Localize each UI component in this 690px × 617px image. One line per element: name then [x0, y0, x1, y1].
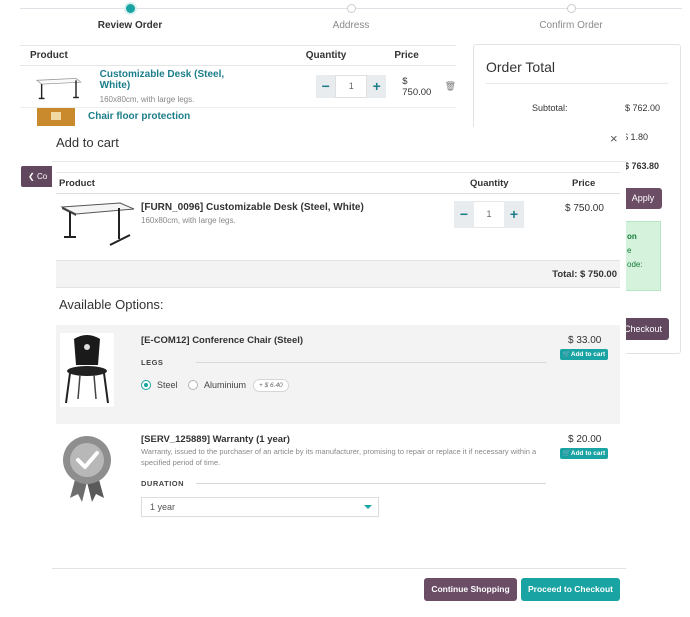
- checkout-progress: Review Order Address Confirm Order: [20, 0, 682, 40]
- cart-row: Customizable Desk (Steel, White) 160x80c…: [20, 66, 456, 108]
- decrease-quantity-button[interactable]: −: [316, 75, 336, 98]
- desk-image: [60, 202, 135, 246]
- step-address[interactable]: Address: [281, 4, 421, 31]
- close-icon[interactable]: ×: [610, 131, 618, 146]
- add-to-cart-button[interactable]: 🛒Add to cart: [560, 349, 608, 360]
- cart-icon: 🛒: [562, 351, 571, 358]
- attribute-divider: [196, 362, 546, 363]
- price-extra-badge: + $ 6.40: [253, 379, 289, 392]
- order-line-value: $ 1.80: [623, 132, 649, 142]
- option-title: [E-COM12] Conference Chair (Steel): [141, 335, 304, 346]
- quantity-stepper: − 1 +: [454, 201, 524, 228]
- step-dot: [346, 4, 356, 13]
- chair-image: [60, 333, 114, 407]
- chevron-left-icon: ❮: [28, 172, 35, 181]
- divider: [486, 83, 668, 84]
- col-quantity: Quantity: [470, 178, 509, 189]
- option-row-conference-chair: [E-COM12] Conference Chair (Steel) $ 33.…: [56, 325, 620, 424]
- option-desc: Warranty, issued to the purchaser of an …: [141, 447, 537, 467]
- duration-select[interactable]: 1 year: [141, 497, 379, 517]
- increase-quantity-button[interactable]: +: [504, 201, 524, 228]
- cart-icon: 🛒: [562, 450, 571, 457]
- quantity-input[interactable]: 1: [335, 75, 368, 98]
- col-quantity: Quantity: [305, 50, 347, 61]
- radio-button[interactable]: [188, 380, 198, 390]
- coupon-text: e: [627, 246, 632, 255]
- select-value: 1 year: [150, 502, 176, 512]
- attribute-name: DURATION: [141, 479, 185, 488]
- modal-header: Add to cart ×: [52, 127, 626, 162]
- quantity-input[interactable]: 1: [474, 201, 504, 228]
- increase-quantity-button[interactable]: +: [367, 75, 387, 98]
- cart-quantity-stepper: − 1 +: [316, 75, 387, 98]
- add-to-cart-label: Add to cart: [570, 351, 606, 358]
- back-button-label: Co: [36, 172, 48, 181]
- modal-footer-divider: [52, 568, 626, 569]
- order-total-title: Order Total: [486, 59, 555, 75]
- option-row-warranty: [SERV_125889] Warranty (1 year) $ 20.00 …: [56, 424, 620, 534]
- add-to-cart-modal: Add to cart × Product Quantity Price [FU…: [52, 127, 626, 617]
- modal-title: Add to cart: [56, 135, 119, 150]
- available-options-title: Available Options:: [59, 297, 164, 312]
- radio-steel[interactable]: Steel: [141, 380, 178, 390]
- checkout-button[interactable]: Checkout: [624, 318, 669, 340]
- order-total-value: $ 763.80: [624, 161, 660, 171]
- total-text: Total: $ 750.00: [552, 269, 617, 280]
- option-price: $ 33.00: [568, 335, 602, 346]
- option-price: $ 20.00: [568, 434, 602, 445]
- product-title: [FURN_0096] Customizable Desk (Steel, Wh…: [141, 202, 364, 213]
- cart-product-desc: 160x80cm, with large legs.: [99, 95, 195, 104]
- step-label: Confirm Order: [539, 20, 603, 31]
- product-price: $ 750.00: [565, 203, 604, 214]
- radio-aluminium[interactable]: Aluminium: [188, 380, 246, 390]
- coupon-text: ode:: [627, 260, 643, 269]
- back-button[interactable]: ❮ Co: [21, 166, 55, 187]
- step-review-order: Review Order: [60, 4, 200, 31]
- cart-product-name[interactable]: Chair floor protection: [88, 111, 190, 122]
- cart-table: Product Quantity Price Customizable Desk…: [20, 45, 456, 128]
- step-label: Address: [332, 20, 370, 31]
- continue-shopping-button[interactable]: Continue Shopping: [424, 578, 517, 601]
- cart-row: Chair floor protection: [20, 108, 456, 128]
- add-to-cart-button[interactable]: 🛒Add to cart: [560, 448, 608, 459]
- chevron-down-icon: [364, 505, 372, 509]
- apply-coupon-button[interactable]: Apply: [624, 188, 662, 209]
- trash-icon[interactable]: 🗑: [445, 81, 456, 92]
- modal-table-header: Product Quantity Price: [56, 172, 620, 194]
- col-product: Product: [59, 178, 95, 189]
- radio-label: Aluminium: [204, 380, 247, 390]
- product-desc: 160x80cm, with large legs.: [141, 216, 236, 225]
- attribute-divider: [196, 483, 546, 484]
- cart-product-name[interactable]: Customizable Desk (Steel, White): [100, 69, 251, 91]
- col-product: Product: [30, 50, 68, 61]
- radio-button[interactable]: [141, 380, 151, 390]
- coupon-text: on: [627, 232, 637, 241]
- option-title: [SERV_125889] Warranty (1 year): [141, 434, 290, 445]
- modal-total: Total: $ 750.00: [56, 260, 620, 288]
- radio-label: Steel: [157, 380, 178, 390]
- col-price: Price: [572, 178, 596, 189]
- col-price: Price: [394, 50, 419, 61]
- attribute-name: LEGS: [141, 358, 164, 367]
- desk-thumbnail: [35, 77, 82, 99]
- step-confirm-order[interactable]: Confirm Order: [501, 4, 641, 31]
- warranty-badge-image: [60, 432, 114, 506]
- step-dot: [566, 4, 576, 13]
- main-product-row: [FURN_0096] Customizable Desk (Steel, Wh…: [56, 194, 620, 260]
- subtotal-value: $ 762.00: [625, 103, 661, 113]
- step-dot: [125, 4, 135, 13]
- proceed-to-checkout-button[interactable]: Proceed to Checkout: [521, 578, 620, 601]
- step-label: Review Order: [97, 20, 163, 31]
- chair-protection-thumbnail: [37, 108, 75, 126]
- decrease-quantity-button[interactable]: −: [454, 201, 474, 228]
- cart-table-header: Product Quantity Price: [20, 45, 456, 66]
- subtotal-label: Subtotal:: [532, 103, 568, 113]
- coupon-message: on e ode:: [625, 221, 661, 291]
- add-to-cart-label: Add to cart: [570, 450, 606, 457]
- cart-row-price: $ 750.00: [402, 75, 432, 98]
